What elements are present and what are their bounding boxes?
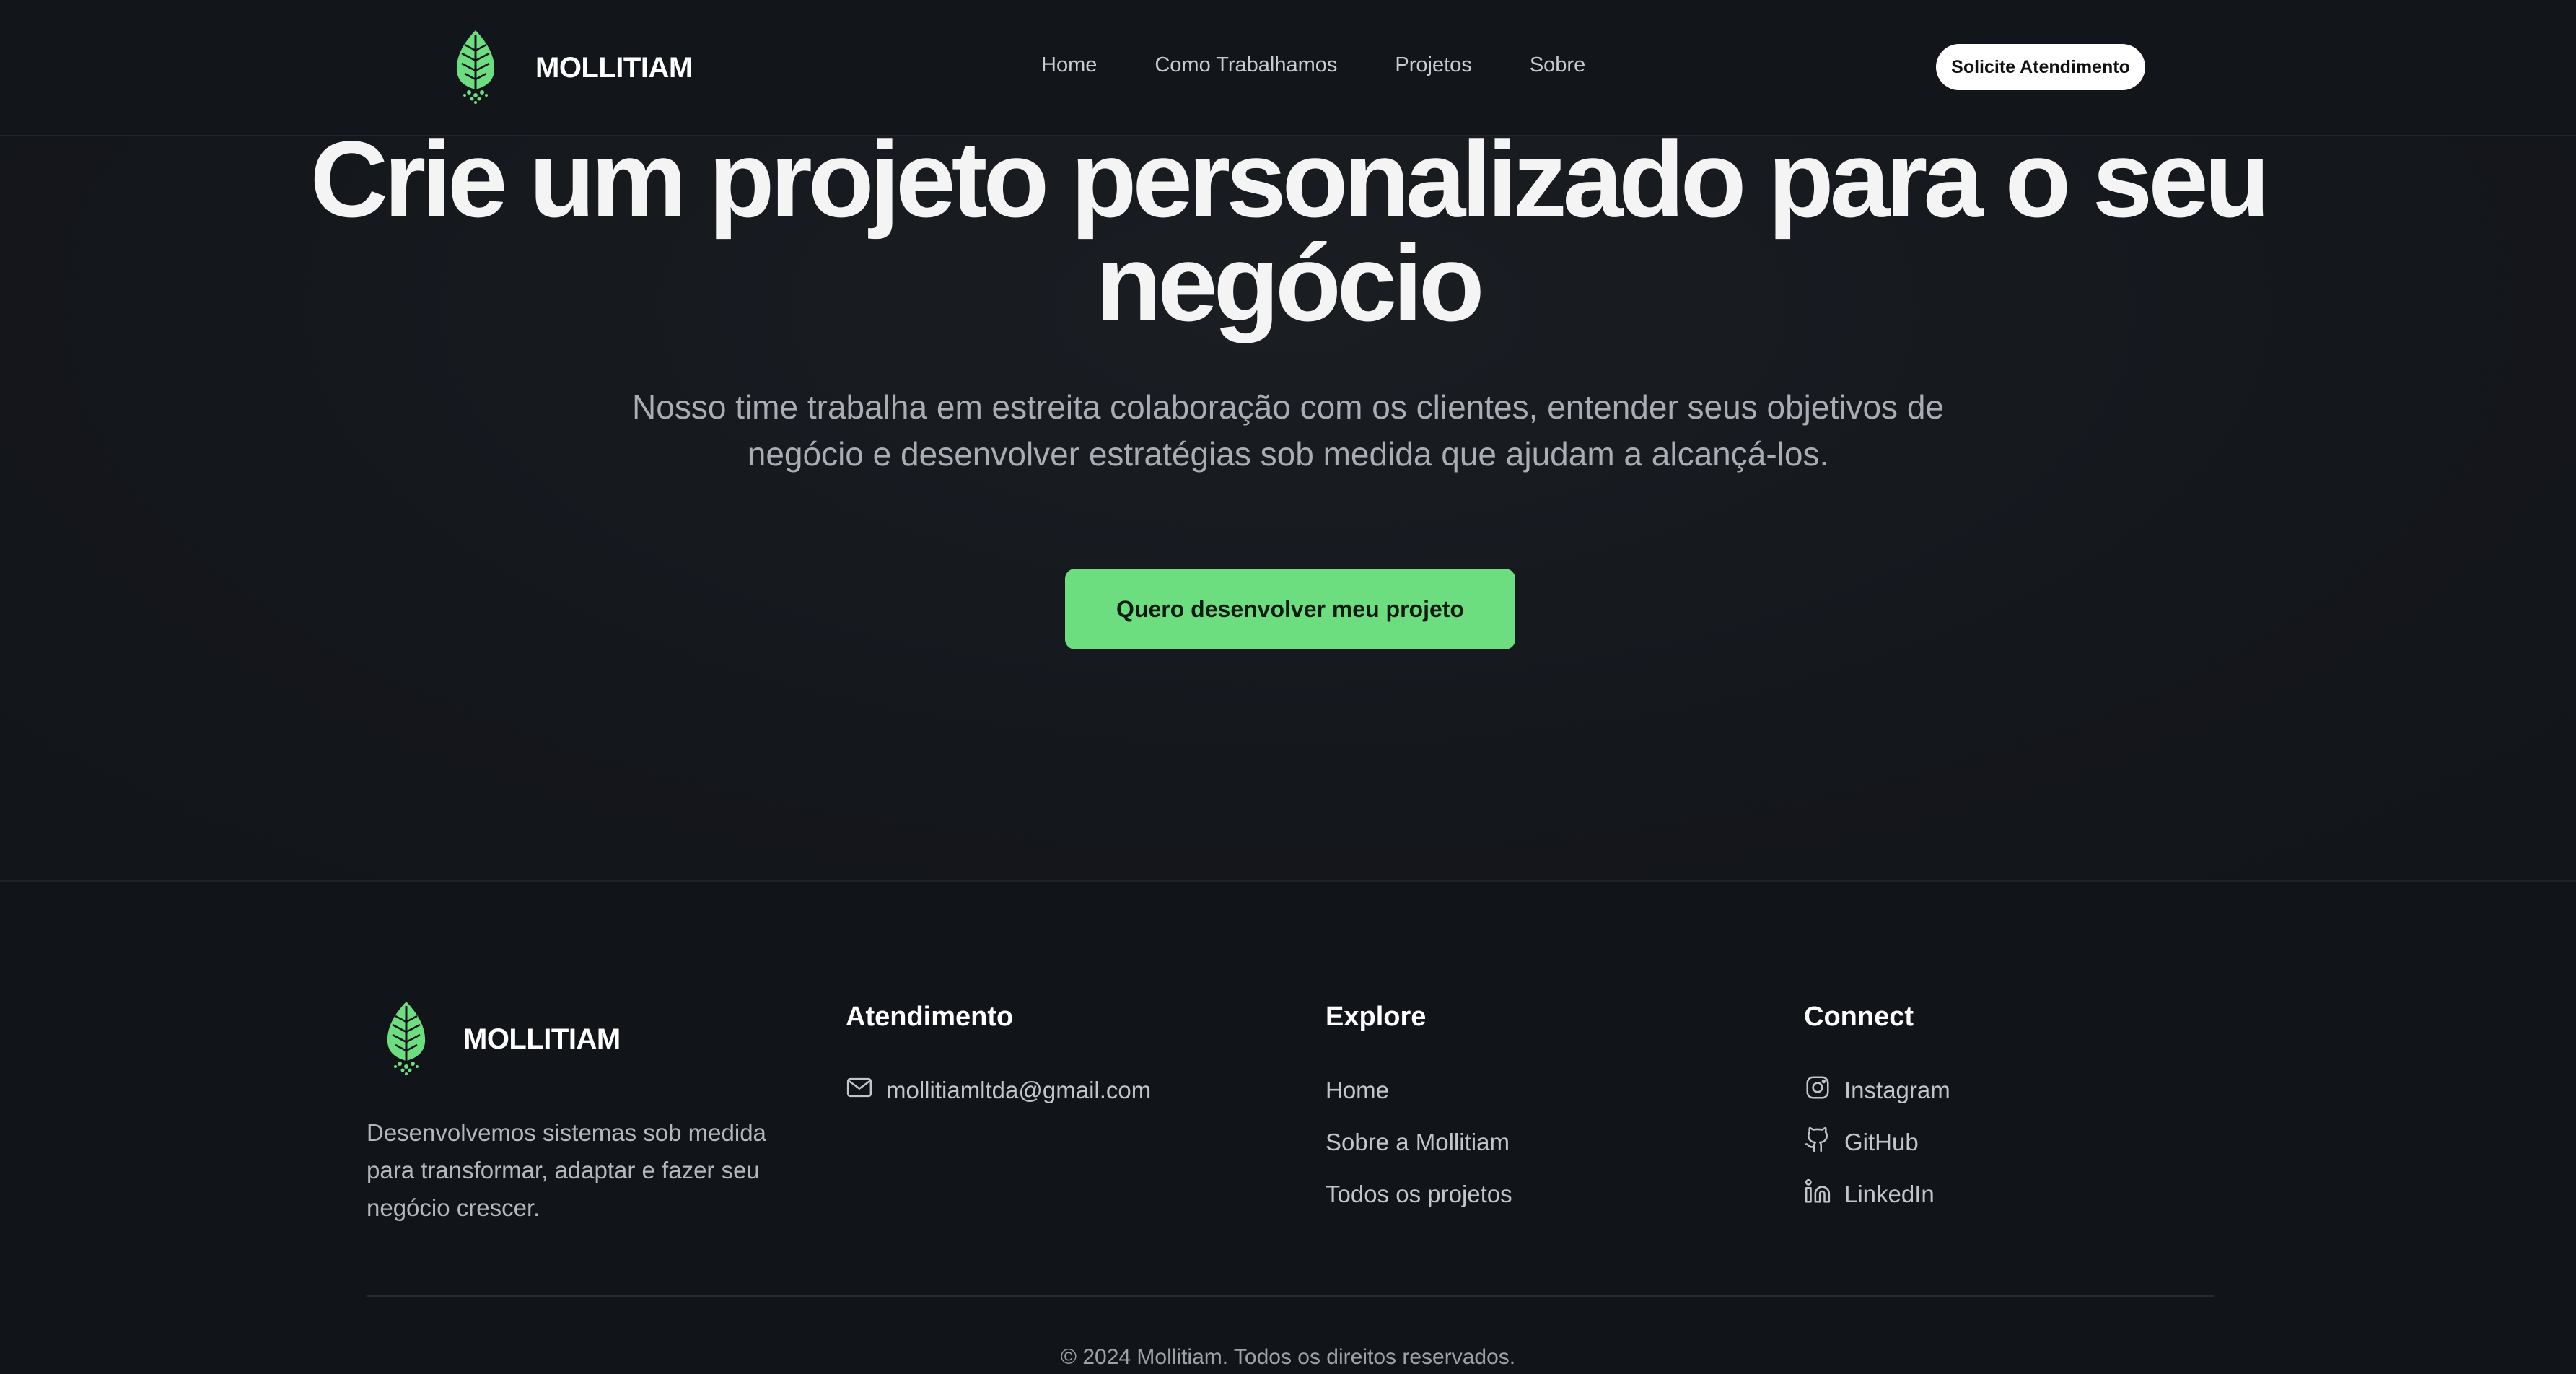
- footer-heading-explore: Explore: [1326, 1002, 1427, 1032]
- footer-heading-atendimento: Atendimento: [846, 1002, 1014, 1032]
- footer-col-atendimento: Atendimento mollitiamltda@gmail.com: [846, 1002, 1151, 1116]
- footer-link-instagram[interactable]: Instagram: [1804, 1064, 1950, 1116]
- footer-col-connect: Connect Instagram GitHub LinkedIn: [1804, 1002, 1950, 1220]
- site-header: MOLLITIAM Home Como Trabalhamos Projetos…: [0, 0, 2576, 136]
- footer-description: Desenvolvemos sistemas sob medida para t…: [367, 1119, 766, 1221]
- hero-subtitle: Nosso time trabalha em estreita colabora…: [632, 388, 1944, 473]
- footer-email-text: mollitiamltda@gmail.com: [886, 1077, 1152, 1103]
- footer-link-github[interactable]: GitHub: [1804, 1116, 1950, 1168]
- main-nav: Home Como Trabalhamos Projetos Sobre: [1041, 53, 1643, 77]
- footer-email-link[interactable]: mollitiamltda@gmail.com: [846, 1064, 1151, 1116]
- request-service-button[interactable]: Solicite Atendimento: [1936, 44, 2145, 90]
- linkedin-icon: [1804, 1178, 1844, 1211]
- footer-col-explore: Explore Home Sobre a Mollitiam Todos os …: [1326, 1002, 1512, 1220]
- copyright: © 2024 Mollitiam. Todos os direitos rese…: [1060, 1345, 1516, 1369]
- nav-home[interactable]: Home: [1041, 53, 1097, 77]
- footer-link-linkedin[interactable]: LinkedIn: [1804, 1168, 1950, 1220]
- github-icon: [1804, 1126, 1844, 1159]
- footer-brand-logo[interactable]: MOLLITIAM: [385, 1000, 621, 1079]
- footer-link-projetos[interactable]: Todos os projetos: [1326, 1168, 1512, 1220]
- footer-brand-name: MOLLITIAM: [463, 1023, 621, 1055]
- hero-title: Crie um projeto personalizado para o seu…: [310, 118, 2271, 344]
- develop-project-button[interactable]: Quero desenvolver meu projeto: [1065, 569, 1515, 649]
- nav-sobre[interactable]: Sobre: [1530, 53, 1585, 77]
- footer-heading-connect: Connect: [1804, 1002, 1914, 1032]
- brand-logo[interactable]: MOLLITIAM: [455, 29, 693, 108]
- footer-link-home[interactable]: Home: [1326, 1064, 1512, 1116]
- nav-projetos[interactable]: Projetos: [1395, 53, 1471, 77]
- instagram-label: Instagram: [1844, 1077, 1950, 1103]
- mail-icon: [846, 1074, 886, 1107]
- github-label: GitHub: [1844, 1129, 1919, 1155]
- brand-name: MOLLITIAM: [535, 52, 693, 84]
- footer-link-sobre[interactable]: Sobre a Mollitiam: [1326, 1116, 1512, 1168]
- linkedin-label: LinkedIn: [1844, 1181, 1935, 1207]
- instagram-icon: [1804, 1074, 1844, 1107]
- site-footer: MOLLITIAM Desenvolvemos sistemas sob med…: [0, 880, 2576, 1374]
- leaf-icon: [455, 29, 496, 108]
- footer-divider: [367, 1295, 2214, 1297]
- nav-como-trabalhamos[interactable]: Como Trabalhamos: [1155, 53, 1337, 77]
- leaf-icon: [385, 1000, 427, 1079]
